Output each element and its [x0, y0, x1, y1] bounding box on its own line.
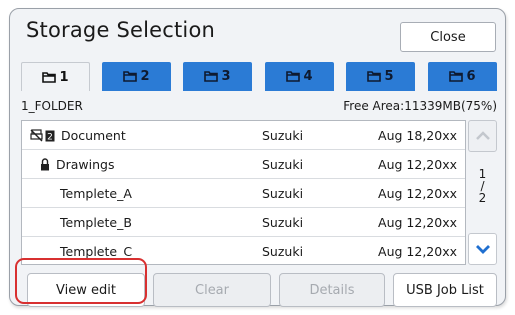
tab-label: 1: [59, 69, 69, 85]
list-item[interactable]: Templete_B Suzuki Aug 12,20xx: [22, 208, 465, 237]
scroll-up-button[interactable]: [468, 120, 497, 152]
lock-icon: [41, 158, 49, 171]
file-name: Drawings: [55, 157, 115, 172]
scroll-down-button[interactable]: [468, 233, 497, 265]
file-date: Aug 18,20xx: [378, 128, 457, 143]
list-scrollbar: 1 / 2: [468, 120, 497, 265]
tab-1[interactable]: 1: [21, 62, 90, 91]
file-name: Templete_A: [60, 186, 132, 201]
folder-name: 1_FOLDER: [21, 99, 83, 113]
folder-icon: [42, 71, 57, 83]
file-list: 2 Document Suzuki Aug 18,20xx Drawings S…: [21, 120, 466, 265]
no-print-icon: [30, 129, 43, 142]
tab-5[interactable]: 5: [346, 62, 415, 91]
lock-icon: 2: [45, 130, 55, 142]
file-date: Aug 12,20xx: [378, 157, 457, 172]
dialog-title: Storage Selection: [26, 18, 216, 42]
free-area: Free Area:11339MB(75%): [343, 99, 497, 113]
details-button[interactable]: Details: [279, 273, 385, 307]
file-owner: Suzuki: [262, 215, 304, 230]
list-item[interactable]: 2 Document Suzuki Aug 18,20xx: [22, 121, 465, 150]
tab-label: 6: [466, 69, 476, 84]
page-indicator: 1 / 2: [468, 168, 497, 204]
file-owner: Suzuki: [262, 157, 304, 172]
file-owner: Suzuki: [262, 128, 304, 143]
folder-icon: [204, 71, 219, 82]
file-date: Aug 12,20xx: [378, 215, 457, 230]
page-total: 2: [478, 191, 487, 205]
file-owner: Suzuki: [262, 244, 304, 259]
storage-tabs: 1 2 3 4 5 6: [21, 62, 497, 91]
file-owner: Suzuki: [262, 186, 304, 201]
highlight-frame: [15, 258, 147, 304]
chevron-up-icon: [475, 131, 490, 140]
tab-label: 3: [221, 69, 231, 84]
file-name: Document: [60, 128, 126, 143]
file-date: Aug 12,20xx: [378, 186, 457, 201]
folder-icon: [367, 71, 382, 82]
clear-button[interactable]: Clear: [153, 273, 271, 307]
folder-icon: [286, 71, 301, 82]
usb-job-list-button[interactable]: USB Job List: [393, 273, 497, 307]
close-button[interactable]: Close: [400, 22, 496, 52]
tab-4[interactable]: 4: [265, 62, 334, 91]
tab-label: 5: [384, 69, 394, 84]
file-name: Templete_C: [60, 244, 133, 259]
list-item[interactable]: Drawings Suzuki Aug 12,20xx: [22, 150, 465, 179]
tab-6[interactable]: 6: [428, 62, 497, 91]
chevron-down-icon: [475, 245, 490, 254]
file-name: Templete_B: [60, 215, 132, 230]
folder-info-bar: 1_FOLDER Free Area:11339MB(75%): [21, 95, 497, 117]
folder-icon: [123, 71, 138, 82]
tab-label: 2: [140, 69, 150, 84]
tab-label: 4: [303, 69, 313, 84]
tab-2[interactable]: 2: [102, 62, 171, 91]
svg-text:2: 2: [47, 133, 53, 143]
folder-icon: [449, 71, 464, 82]
list-item[interactable]: Templete_A Suzuki Aug 12,20xx: [22, 179, 465, 208]
tab-3[interactable]: 3: [183, 62, 252, 91]
file-date: Aug 12,20xx: [378, 244, 457, 259]
